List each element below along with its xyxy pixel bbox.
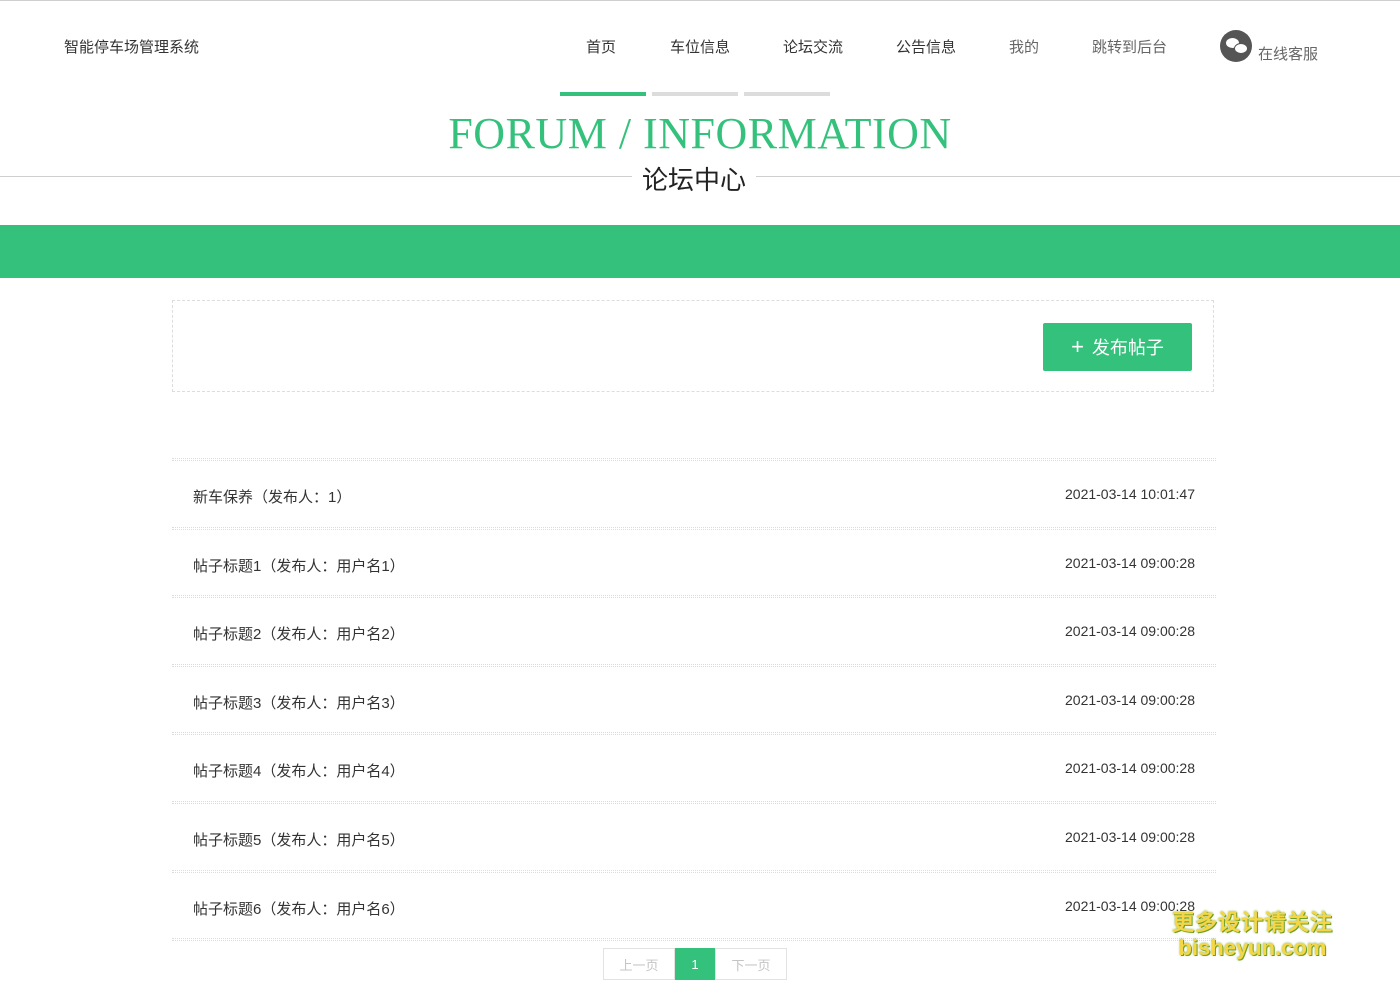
publish-post-label: 发布帖子 — [1091, 338, 1164, 358]
wechat-icon — [1220, 29, 1252, 62]
current-page-button[interactable]: 1 — [675, 948, 715, 980]
post-row[interactable]: 帖子标题6（发布人：用户名6） 2021-03-14 09:00:28 — [172, 873, 1216, 939]
online-service-label: 在线客服 — [1258, 46, 1319, 63]
post-title[interactable]: 帖子标题4（发布人：用户名4） — [193, 760, 405, 781]
post-row[interactable]: 帖子标题4（发布人：用户名4） 2021-03-14 09:00:28 — [172, 735, 1216, 801]
main-nav: 首页 车位信息 论坛交流 公告信息 我的 跳转到后台 — [0, 36, 1400, 60]
section-tab-2[interactable] — [652, 92, 738, 96]
watermark: 更多设计请关注 bisheyun.com — [1172, 905, 1333, 961]
section-tab-1[interactable] — [560, 92, 646, 96]
post-time: 2021-03-14 10:01:47 — [1065, 486, 1195, 502]
watermark-line-1: 更多设计请关注 — [1172, 910, 1334, 935]
list-divider — [172, 938, 1216, 942]
post-row[interactable]: 帖子标题3（发布人：用户名3） 2021-03-14 09:00:28 — [172, 667, 1216, 733]
post-row[interactable]: 帖子标题1（发布人：用户名1） 2021-03-14 09:00:28 — [172, 530, 1216, 596]
post-title[interactable]: 新车保养（发布人：1） — [193, 486, 351, 507]
nav-mine[interactable]: 我的 — [1009, 36, 1039, 57]
watermark-line-2: bisheyun.com — [1178, 935, 1327, 960]
nav-home[interactable]: 首页 — [586, 36, 616, 57]
pagination: 上一页 1 下一页 — [603, 948, 787, 980]
post-row[interactable]: 帖子标题5（发布人：用户名5） 2021-03-14 09:00:28 — [172, 804, 1216, 870]
nav-announcements[interactable]: 公告信息 — [896, 36, 956, 57]
post-title[interactable]: 帖子标题2（发布人：用户名2） — [193, 623, 405, 644]
post-time: 2021-03-14 09:00:28 — [1065, 623, 1195, 640]
nav-forum[interactable]: 论坛交流 — [783, 36, 843, 57]
next-page-button[interactable]: 下一页 — [715, 948, 787, 980]
prev-page-button[interactable]: 上一页 — [603, 948, 675, 980]
post-time: 2021-03-14 09:00:28 — [1065, 554, 1195, 571]
section-tab-3[interactable] — [744, 92, 830, 96]
online-service-button[interactable]: 在线客服 — [1220, 27, 1318, 64]
post-title[interactable]: 帖子标题6（发布人：用户名6） — [193, 898, 405, 919]
title-divider-right — [756, 176, 1400, 177]
nav-admin[interactable]: 跳转到后台 — [1092, 36, 1167, 57]
post-title[interactable]: 帖子标题5（发布人：用户名5） — [193, 829, 405, 850]
post-title[interactable]: 帖子标题1（发布人：用户名1） — [193, 555, 405, 576]
top-rule — [0, 0, 1400, 1]
post-list: 新车保养（发布人：1） 2021-03-14 10:01:47 帖子标题1（发布… — [172, 458, 1216, 942]
section-title-en: FORUM / INFORMATION — [448, 109, 952, 158]
plus-icon: + — [1071, 334, 1084, 359]
post-time: 2021-03-14 09:00:28 — [1065, 760, 1195, 777]
section-title-cn: 论坛中心 — [632, 160, 756, 197]
publish-post-button[interactable]: + 发布帖子 — [1043, 323, 1192, 371]
nav-parking-spaces[interactable]: 车位信息 — [670, 36, 730, 57]
green-banner — [0, 225, 1400, 278]
post-time: 2021-03-14 09:00:28 — [1065, 691, 1195, 708]
post-row[interactable]: 帖子标题2（发布人：用户名2） 2021-03-14 09:00:28 — [172, 598, 1216, 664]
forum-toolbar: + 发布帖子 — [172, 300, 1214, 392]
title-divider-left — [0, 176, 632, 177]
post-row[interactable]: 新车保养（发布人：1） 2021-03-14 10:01:47 — [172, 461, 1216, 527]
page: 智能停车场管理系统 首页 车位信息 论坛交流 公告信息 我的 跳转到后台 在线客… — [0, 0, 1400, 983]
post-time: 2021-03-14 09:00:28 — [1065, 828, 1195, 845]
post-title[interactable]: 帖子标题3（发布人：用户名3） — [193, 692, 405, 713]
